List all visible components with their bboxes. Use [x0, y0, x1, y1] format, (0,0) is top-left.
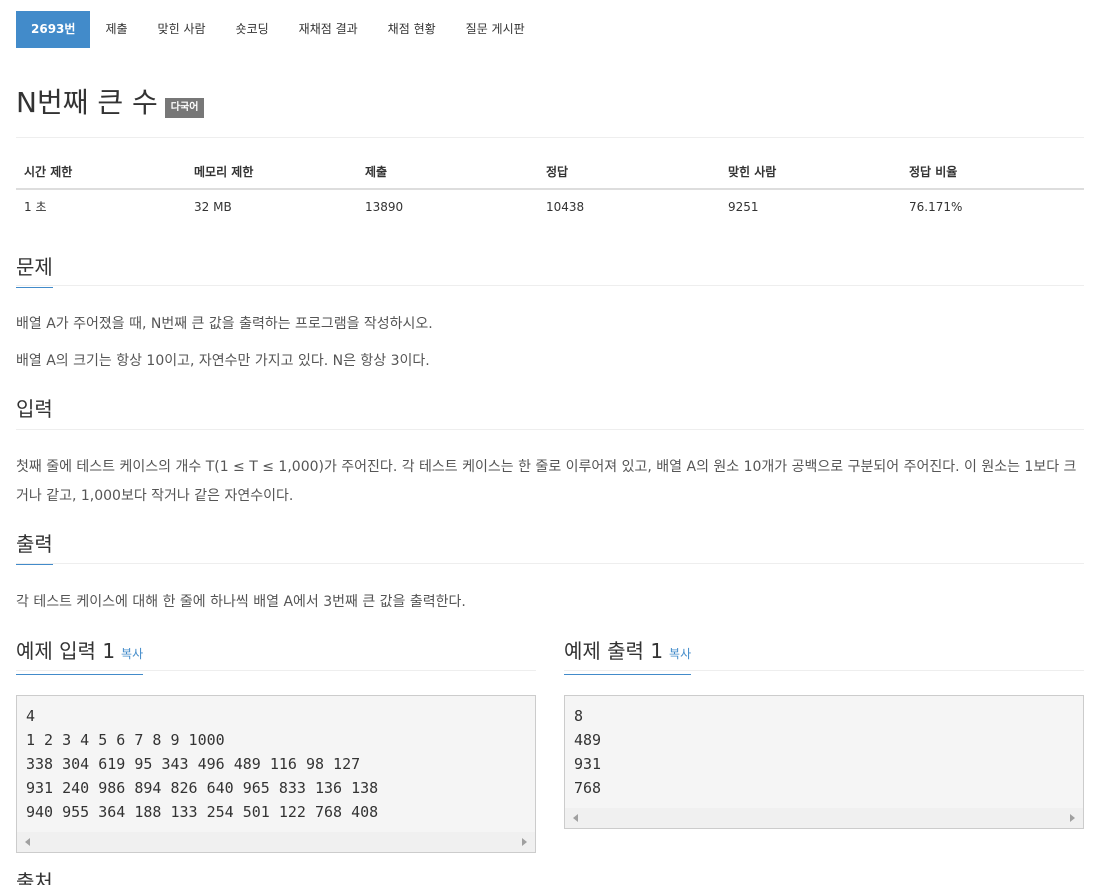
- tab-submit[interactable]: 제출: [90, 11, 142, 48]
- multilingual-badge[interactable]: 다국어: [164, 98, 205, 118]
- submissions-value: 13890: [365, 199, 404, 214]
- header-time-limit: 시간 제한: [16, 155, 186, 190]
- accept-ratio-value: 76.171%: [909, 199, 963, 214]
- sample-output-title: 예제 출력 1: [564, 639, 664, 663]
- description-heading: 문제: [16, 253, 53, 288]
- table-row: 1 초 32 MB 13890 10438 9251 76.171%: [16, 189, 1084, 223]
- sample-input-line: 931 240 986 894 826 640 965 833 136 138: [26, 779, 379, 797]
- tab-problem[interactable]: 2693번: [16, 11, 91, 48]
- source-section-title: 출처: [16, 868, 53, 885]
- sample-output-line: 931: [574, 755, 602, 773]
- description-divider: [16, 285, 1084, 286]
- sample-output-divider: [564, 670, 1084, 671]
- tab-question-board[interactable]: 질문 게시판: [451, 11, 540, 48]
- header-submissions: 제출: [357, 155, 538, 190]
- input-section-title: 입력: [16, 395, 53, 430]
- scroll-left-icon[interactable]: [573, 814, 578, 822]
- sample-input-line: 940 955 364 188 133 254 501 122 768 408: [26, 803, 379, 821]
- copy-sample-output-button[interactable]: 복사: [669, 647, 691, 661]
- source-heading: 출처: [16, 868, 53, 885]
- sample-input-line: 338 304 619 95 343 496 489 116 98 127: [26, 755, 361, 773]
- header-solved-users: 맞힌 사람: [720, 155, 901, 190]
- scroll-right-icon[interactable]: [1070, 814, 1075, 822]
- description-paragraph-2: 배열 A의 크기는 항상 10이고, 자연수만 가지고 있다. N은 항상 3이…: [16, 353, 430, 369]
- title-divider: [16, 137, 1084, 138]
- tab-judge-status[interactable]: 채점 현황: [373, 11, 451, 48]
- sample-output-content[interactable]: 8 489 931 768: [565, 696, 1083, 800]
- sample-input-content[interactable]: 4 1 2 3 4 5 6 7 8 9 1000 338 304 619 95 34…: [17, 696, 535, 824]
- input-heading: 입력: [16, 395, 53, 430]
- description-paragraph-1: 배열 A가 주어졌을 때, N번째 큰 값을 출력하는 프로그램을 작성하시오.: [16, 316, 433, 332]
- time-limit-value: 1 초: [24, 200, 47, 214]
- solved-users-value: 9251: [728, 199, 759, 214]
- sample-input-line: 4: [26, 707, 36, 725]
- tab-solved-users[interactable]: 맞힌 사람: [143, 11, 221, 48]
- output-heading: 출력: [16, 530, 53, 565]
- problem-header: N번째 큰 수 다국어: [16, 84, 205, 122]
- tab-rejudge-results[interactable]: 재채점 결과: [284, 11, 373, 48]
- scroll-left-icon[interactable]: [25, 838, 30, 846]
- output-section-title: 출력: [16, 530, 53, 565]
- sample-input-line: 1 2 3 4 5 6 7 8 9 1000: [26, 731, 225, 749]
- header-accepted: 정답: [538, 155, 720, 190]
- problem-menu-tabs: 2693번 제출 맞힌 사람 숏코딩 재채점 결과 채점 현황 질문 게시판: [16, 11, 540, 48]
- input-divider: [16, 429, 1084, 430]
- sample-input-divider: [16, 670, 536, 671]
- accepted-value: 10438: [546, 199, 585, 214]
- problem-info-table: 시간 제한 메모리 제한 제출 정답 맞힌 사람 정답 비율 1 초 32 MB…: [16, 155, 1084, 223]
- description-section-title: 문제: [16, 253, 53, 288]
- memory-limit-value: 32 MB: [194, 199, 232, 214]
- output-divider: [16, 563, 1084, 564]
- sample-output-box[interactable]: 8 489 931 768: [564, 695, 1084, 829]
- copy-sample-input-button[interactable]: 복사: [121, 647, 143, 661]
- table-header-row: 시간 제한 메모리 제한 제출 정답 맞힌 사람 정답 비율: [16, 155, 1084, 190]
- header-accept-ratio: 정답 비율: [901, 155, 1084, 190]
- scroll-right-icon[interactable]: [522, 838, 527, 846]
- output-description: 각 테스트 케이스에 대해 한 줄에 하나씩 배열 A에서 3번째 큰 값을 출…: [16, 594, 466, 610]
- input-description: 첫째 줄에 테스트 케이스의 개수 T(1 ≤ T ≤ 1,000)가 주어진다…: [16, 459, 1077, 504]
- sample-output-line: 489: [574, 731, 602, 749]
- sample-output-line: 8: [574, 707, 584, 725]
- tab-short-coding[interactable]: 숏코딩: [221, 11, 284, 48]
- sample-input-box[interactable]: 4 1 2 3 4 5 6 7 8 9 1000 338 304 619 95 34…: [16, 695, 536, 853]
- problem-title: N번째 큰 수: [16, 86, 158, 119]
- sample-input-scrollbar[interactable]: [17, 832, 535, 852]
- header-memory-limit: 메모리 제한: [186, 155, 357, 190]
- sample-output-line: 768: [574, 779, 602, 797]
- sample-output-scrollbar[interactable]: [565, 808, 1083, 828]
- sample-input-title: 예제 입력 1: [16, 639, 116, 663]
